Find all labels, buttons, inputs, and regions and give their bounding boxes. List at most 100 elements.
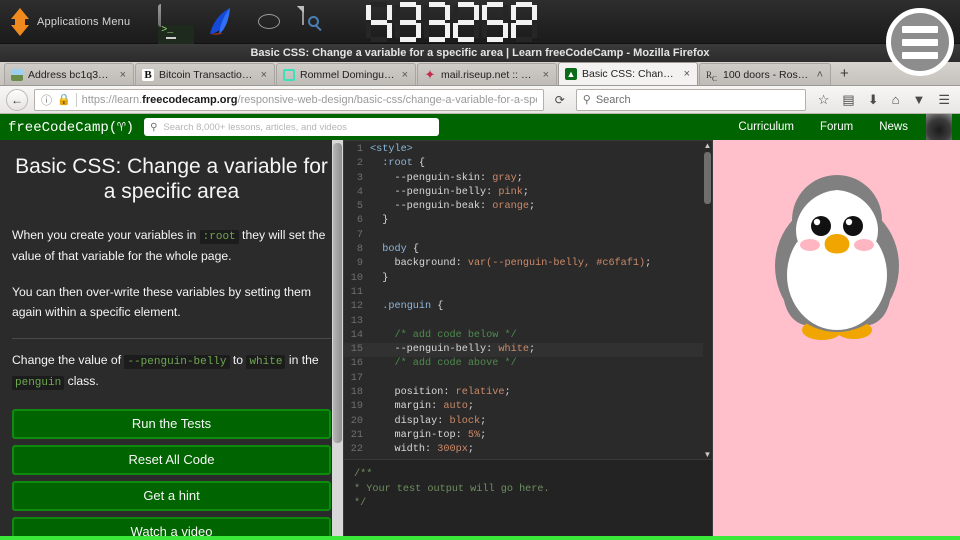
code-text[interactable]: --penguin-skin: gray; [370,172,522,186]
search-bar[interactable]: ⚲ Search [575,88,806,111]
site-search-input[interactable]: ⚲ Search 8,000+ lessons, articles, and v… [144,118,440,136]
browser-tab[interactable]: Address bc1q32xe7... × [4,63,134,85]
main-content: Basic CSS: Change a variable for a speci… [0,140,960,540]
code-text[interactable]: width: 300px; [370,443,474,457]
nav-link-forum[interactable]: Forum [820,121,853,133]
tab-label: Basic CSS: Change ... [582,68,677,80]
document-search-icon [302,5,320,27]
code-text[interactable]: background: var(--penguin-belly, #c6faf1… [370,257,651,271]
inline-code-penguin-belly: --penguin-belly [124,355,230,370]
line-number: 11 [350,286,363,298]
inline-code-white: white [246,355,286,370]
code-line[interactable]: 15 --penguin-belly: white; [344,343,712,358]
browser-tab-active[interactable]: ▲ Basic CSS: Change ... × [558,62,698,85]
code-line[interactable]: 16 /* add code above */ [344,357,712,371]
code-text[interactable]: .penguin { [370,300,443,314]
code-line[interactable]: 4 --penguin-belly: pink; [344,186,712,200]
code-line[interactable]: 6 } [344,214,712,228]
browser-tab[interactable]: ✦ mail.riseup.net :: W... × [417,63,557,85]
get-a-hint-button[interactable]: Get a hint [12,481,331,512]
code-text[interactable]: } [370,214,388,228]
web-browser-launcher[interactable] [254,7,290,37]
scrollbar-thumb[interactable] [704,152,711,204]
tab-close-icon[interactable]: × [120,69,126,81]
code-line[interactable]: 8 body { [344,243,712,257]
code-line[interactable]: 13 [344,315,712,329]
code-line[interactable]: 18 position: relative; [344,386,712,400]
line-number: 20 [350,415,363,427]
code-line[interactable]: 19 margin: auto; [344,400,712,414]
freecodecamp-logo[interactable]: freeCodeCamp(♈) [8,119,134,136]
library-icon[interactable]: ▤ [842,92,854,108]
code-line[interactable]: 17 [344,372,712,386]
code-line[interactable]: 2 :root { [344,157,712,171]
instructions-scrollbar[interactable] [332,140,343,540]
home-icon[interactable]: ⌂ [892,92,900,107]
reset-all-code-button[interactable]: Reset All Code [12,445,331,476]
tab-close-icon[interactable]: ˄ [817,69,823,81]
code-line[interactable]: 20 display: block; [344,415,712,429]
terminal-launcher[interactable]: >_ [158,3,195,75]
bookmark-star-icon[interactable]: ☆ [818,92,830,108]
scrollbar-thumb[interactable] [333,143,342,443]
code-text[interactable]: <style> [370,143,413,157]
code-text[interactable]: display: block; [370,415,486,429]
code-text[interactable]: --penguin-belly: pink; [370,186,529,200]
tab-close-icon[interactable]: × [261,69,267,81]
scroll-up-icon[interactable]: ▲ [703,141,712,150]
menu-overlay-button[interactable] [886,8,954,76]
code-text[interactable]: margin: auto; [370,400,474,414]
menu-icon[interactable]: ☰ [938,92,950,108]
reload-button[interactable]: ⟳ [550,93,570,107]
downloads-icon[interactable]: ⬇ [868,92,879,108]
nav-link-curriculum[interactable]: Curriculum [738,121,794,133]
code-text[interactable]: --penguin-beak: orange; [370,200,535,214]
line-number: 9 [356,258,363,270]
code-text[interactable]: :root { [370,157,425,171]
applications-menu-button[interactable]: Applications Menu [0,0,140,43]
code-line[interactable]: 12 .penguin { [344,300,712,314]
page-info-icon[interactable]: ⓘ [41,92,52,108]
applications-menu-icon [10,7,30,36]
tab-label: Address bc1q32xe7... [28,68,113,81]
test-output-line: */ [354,498,367,509]
url-bar[interactable]: ⓘ 🔒 https://learn.freecodecamp.org/respo… [34,88,544,111]
code-line[interactable]: 14 /* add code below */ [344,329,712,343]
scroll-down-icon[interactable]: ▼ [703,450,712,459]
browser-tab[interactable]: RC 100 doors - Rosetta ... ˄ [699,63,831,85]
back-button[interactable]: ← [6,88,28,111]
nav-link-news[interactable]: News [879,121,908,133]
new-tab-button[interactable]: + [832,63,857,85]
code-lines[interactable]: 1 <style> 2 :root {3 --penguin-skin: gray;… [344,141,712,458]
clock-digit [453,1,480,42]
browser-tab[interactable]: B Bitcoin Transaction ... × [135,63,275,85]
code-text[interactable]: --penguin-belly: white; [370,343,535,357]
tab-close-icon[interactable]: × [684,68,690,80]
wireshark-launcher[interactable] [206,7,242,37]
code-line[interactable]: 9 background: var(--penguin-belly, #c6fa… [344,257,712,271]
document-search-launcher[interactable] [302,5,338,37]
code-line[interactable]: 11 [344,286,712,300]
browser-tab[interactable]: Rommel Domingue... × [276,63,416,85]
line-number: 8 [356,244,363,256]
code-line[interactable]: 22 width: 300px; [344,443,712,457]
code-text[interactable]: /* add code above */ [370,357,516,371]
code-editor[interactable]: 1 <style> 2 :root {3 --penguin-skin: gray;… [343,140,713,460]
code-line[interactable]: 21 margin-top: 5%; [344,429,712,443]
editor-scrollbar[interactable]: ▲ ▼ [703,141,712,459]
pocket-icon[interactable]: ▼ [912,92,925,107]
code-text[interactable]: } [370,272,388,286]
code-line[interactable]: 5 --penguin-beak: orange; [344,200,712,214]
code-line[interactable]: 1 <style> [344,143,712,157]
tab-close-icon[interactable]: × [402,69,408,81]
avatar[interactable] [926,114,952,140]
tab-close-icon[interactable]: × [543,69,549,81]
code-text[interactable]: position: relative; [370,386,510,400]
code-text[interactable]: margin-top: 5%; [370,429,486,443]
run-tests-button[interactable]: Run the Tests [12,409,331,440]
code-line[interactable]: 7 [344,229,712,243]
code-line[interactable]: 10 } [344,272,712,286]
code-text[interactable]: body { [370,243,419,257]
code-line[interactable]: 3 --penguin-skin: gray; [344,172,712,186]
code-text[interactable]: /* add code below */ [370,329,516,343]
